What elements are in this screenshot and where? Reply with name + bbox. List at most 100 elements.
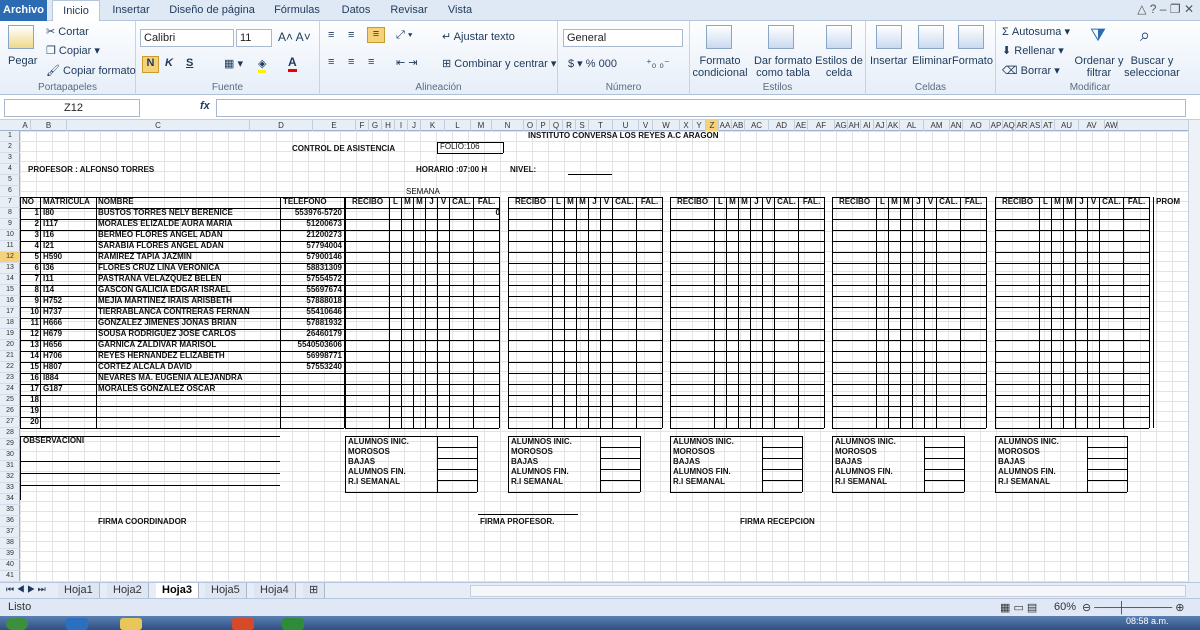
sheet-tab-hoja2[interactable]: Hoja2 (107, 583, 149, 598)
sheet-nav-icon[interactable]: ⏮ ◀ ▶ ⏭ (6, 584, 46, 595)
start-icon[interactable] (6, 618, 28, 630)
row-header-2[interactable]: 2 (0, 142, 20, 153)
sheet-tab-hoja3[interactable]: Hoja3 (156, 583, 199, 598)
column-header-am[interactable]: AM (924, 120, 950, 131)
column-header-e[interactable]: E (313, 120, 356, 131)
delete-cells-button[interactable]: Eliminar (912, 55, 952, 67)
align-middle-icon[interactable]: ≡ (348, 29, 354, 41)
name-box[interactable]: Z12 (4, 99, 140, 117)
column-header-r[interactable]: R (563, 120, 576, 131)
row-header-34[interactable]: 34 (0, 494, 20, 505)
row-header-5[interactable]: 5 (0, 175, 20, 186)
column-header-k[interactable]: K (421, 120, 445, 131)
vertical-scrollbar[interactable] (1188, 120, 1200, 582)
sort-filter-button[interactable]: Ordenar y filtrar (1074, 55, 1124, 79)
column-header-aa[interactable]: AA (719, 120, 732, 131)
column-header-j[interactable]: J (408, 120, 421, 131)
align-right-icon[interactable]: ≡ (368, 56, 374, 68)
row-header-12[interactable]: 12 (0, 252, 20, 263)
formula-input[interactable] (216, 99, 1186, 117)
column-header-aw[interactable]: AW (1105, 120, 1118, 131)
conditional-format-button[interactable]: Formato condicional (692, 55, 748, 79)
zoom-level[interactable]: 60% (1054, 601, 1076, 613)
column-header-c[interactable]: C (67, 120, 250, 131)
row-header-21[interactable]: 21 (0, 351, 20, 362)
tab-vista[interactable]: Vista (440, 0, 480, 21)
borders-icon[interactable]: ▦ ▾ (224, 57, 243, 70)
align-top-icon[interactable]: ≡ (328, 29, 334, 41)
column-header-at[interactable]: AT (1042, 120, 1055, 131)
column-header-x[interactable]: X (680, 120, 693, 131)
excel-icon[interactable] (282, 618, 304, 630)
sheet-tab-hoja5[interactable]: Hoja5 (205, 583, 247, 598)
format-table-button[interactable]: Dar formato como tabla (752, 55, 814, 79)
row-header-4[interactable]: 4 (0, 164, 20, 175)
column-header-as[interactable]: AS (1029, 120, 1042, 131)
column-header-h[interactable]: H (382, 120, 395, 131)
column-header-ak[interactable]: AK (887, 120, 900, 131)
row-header-7[interactable]: 7 (0, 197, 20, 208)
column-header-al[interactable]: AL (900, 120, 924, 131)
column-header-p[interactable]: P (537, 120, 550, 131)
worksheet[interactable]: A B C D E F G H I J K L M N O P Q R S T U V W X Y Z AA AB AC AD AE AF AG… (0, 120, 1188, 582)
tab-insertar[interactable]: Insertar (104, 0, 158, 21)
close-icon[interactable]: ✕ (1184, 2, 1194, 16)
column-header-ao[interactable]: AO (963, 120, 990, 131)
row-header-1[interactable]: 1 (0, 131, 20, 142)
column-header-l[interactable]: L (445, 120, 471, 131)
column-header-au[interactable]: AU (1055, 120, 1079, 131)
row-header-3[interactable]: 3 (0, 153, 20, 164)
view-buttons-icon[interactable]: ▦ ▭ ▤ (1000, 601, 1037, 614)
row-header-10[interactable]: 10 (0, 230, 20, 241)
row-header-20[interactable]: 20 (0, 340, 20, 351)
column-header-ab[interactable]: AB (732, 120, 745, 131)
row-header-15[interactable]: 15 (0, 285, 20, 296)
column-header-w[interactable]: W (653, 120, 680, 131)
indent-icon[interactable]: ⇤ ⇥ (396, 56, 418, 69)
row-header-13[interactable]: 13 (0, 263, 20, 274)
tab-diseno-pagina[interactable]: Diseño de página (164, 0, 260, 21)
row-header-31[interactable]: 31 (0, 461, 20, 472)
column-header-u[interactable]: U (613, 120, 639, 131)
font-name-select[interactable]: Calibri (140, 29, 234, 47)
row-header-6[interactable]: 6 (0, 186, 20, 197)
font-size-select[interactable]: 11 (236, 29, 272, 47)
folder-icon[interactable] (120, 618, 142, 630)
column-header-d[interactable]: D (250, 120, 313, 131)
row-header-19[interactable]: 19 (0, 329, 20, 340)
row-header-29[interactable]: 29 (0, 439, 20, 450)
row-header-16[interactable]: 16 (0, 296, 20, 307)
sheet-tab-hoja4[interactable]: Hoja4 (254, 583, 296, 598)
clear-button[interactable]: ⌫ Borrar ▾ (1002, 64, 1060, 77)
row-header-38[interactable]: 38 (0, 538, 20, 549)
row-header-30[interactable]: 30 (0, 450, 20, 461)
collapse-ribbon-icon[interactable]: △ (1137, 2, 1146, 16)
find-select-button[interactable]: Buscar y seleccionar (1122, 55, 1182, 79)
zoom-slider[interactable]: ⊖ ───┼────── ⊕ (1082, 601, 1184, 614)
format-cells-button[interactable]: Formato (952, 55, 993, 67)
column-header-y[interactable]: Y (693, 120, 706, 131)
fill-button[interactable]: ⬇ Rellenar ▾ (1002, 44, 1064, 57)
column-header-t[interactable]: T (589, 120, 613, 131)
number-format-select[interactable]: General (563, 29, 683, 47)
row-header-40[interactable]: 40 (0, 560, 20, 571)
column-header-b[interactable]: B (31, 120, 67, 131)
row-header-28[interactable]: 28 (0, 428, 20, 439)
fill-color-icon[interactable]: ◈ (258, 57, 267, 73)
column-header-q[interactable]: Q (550, 120, 563, 131)
column-header-aq[interactable]: AQ (1003, 120, 1016, 131)
row-header-25[interactable]: 25 (0, 395, 20, 406)
browser-icon[interactable] (66, 618, 88, 630)
column-header-i[interactable]: I (395, 120, 408, 131)
column-header-o[interactable]: O (524, 120, 537, 131)
merge-center-button[interactable]: ⊞ Combinar y centrar ▾ (442, 57, 556, 70)
copy-button[interactable]: ❐ Copiar ▾ (46, 44, 100, 57)
fx-icon[interactable]: fx (200, 100, 210, 112)
tab-formulas[interactable]: Fórmulas (266, 0, 328, 21)
column-header-ar[interactable]: AR (1016, 120, 1029, 131)
column-header-a[interactable]: A (20, 120, 31, 131)
new-sheet-icon[interactable]: ⊞ (303, 583, 326, 598)
row-header-39[interactable]: 39 (0, 549, 20, 560)
autosum-button[interactable]: Σ Autosuma ▾ (1002, 25, 1070, 38)
align-left-icon[interactable]: ≡ (328, 56, 334, 68)
